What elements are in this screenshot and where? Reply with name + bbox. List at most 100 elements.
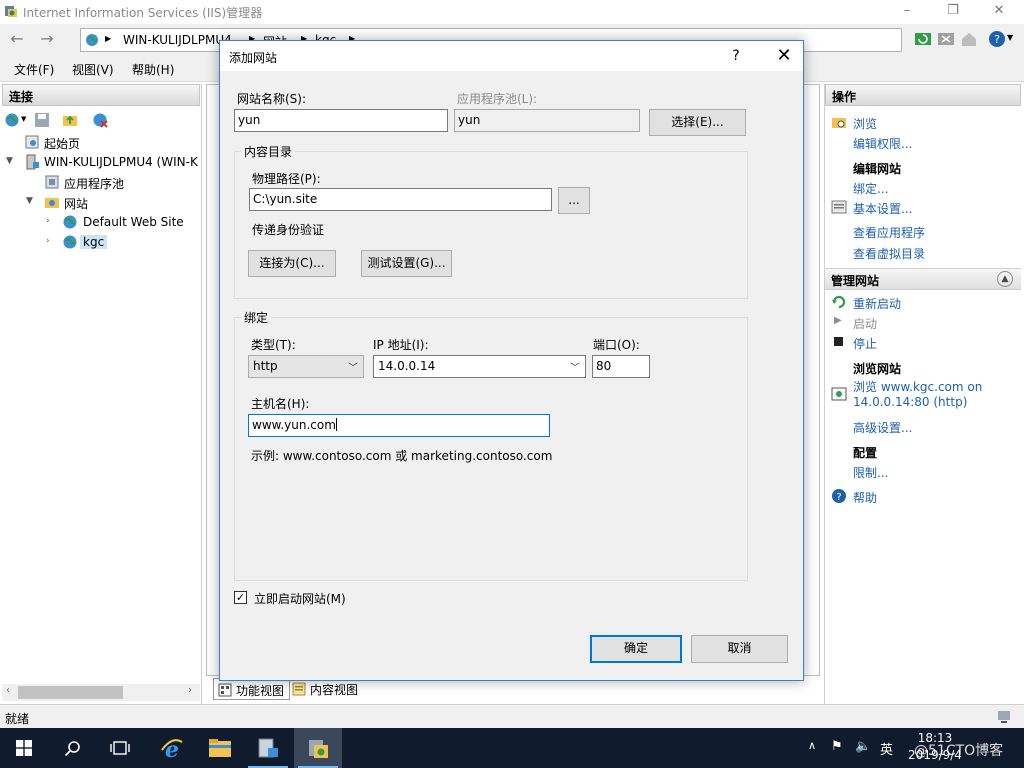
action-limits[interactable]: 限制...: [853, 464, 888, 481]
physical-path-label: 物理路径(P):: [252, 172, 321, 186]
refresh-icon[interactable]: [914, 30, 932, 48]
start-now-checkbox[interactable]: ✓: [234, 591, 247, 604]
tab-features-view[interactable]: 功能视图: [213, 678, 291, 700]
dialog-help-button[interactable]: ?: [720, 41, 752, 71]
menu-view[interactable]: 视图(V): [72, 61, 114, 78]
windows-logo-icon: [16, 740, 32, 756]
search-icon: [64, 741, 80, 757]
features-view-icon: [218, 683, 232, 697]
tray-expand-icon[interactable]: ∧: [808, 739, 816, 752]
help-icon[interactable]: ?: [988, 30, 1006, 48]
globe-icon: [63, 235, 77, 249]
scroll-left-icon[interactable]: ‹: [6, 685, 10, 696]
globe-icon: [63, 215, 77, 229]
restore-button[interactable]: ❐: [930, 0, 976, 24]
expand-arrow-icon[interactable]: ›: [46, 216, 56, 226]
expand-arrow-icon[interactable]: ›: [46, 236, 56, 246]
taskbar-server-manager[interactable]: [244, 728, 292, 768]
action-browse-site[interactable]: 浏览 www.kgc.com on: [853, 378, 982, 395]
action-view-virtual-directories[interactable]: 查看虚拟目录: [853, 245, 925, 262]
hostname-input[interactable]: www.yun.com: [248, 414, 550, 437]
action-restart[interactable]: 重新启动: [853, 295, 901, 312]
browse-path-button[interactable]: ...: [558, 187, 590, 214]
tree-item-label: 网站: [64, 197, 89, 211]
server-manager-icon: [258, 738, 278, 758]
test-settings-button[interactable]: 测试设置(G)...: [361, 250, 452, 277]
taskbar-iis-manager[interactable]: [294, 728, 342, 768]
menu-file[interactable]: 文件(F): [14, 61, 54, 78]
help-dropdown-icon[interactable]: ▼: [1007, 33, 1013, 42]
taskbar-file-explorer[interactable]: [196, 728, 244, 768]
action-advanced-settings[interactable]: 高级设置...: [853, 419, 912, 436]
connections-toolbar: ▼: [2, 108, 200, 132]
physical-path-input[interactable]: C:\yun.site: [249, 188, 552, 211]
stop-icon[interactable]: [937, 30, 955, 48]
action-center-flag-icon[interactable]: ⚑: [831, 739, 843, 754]
ip-address-select[interactable]: 14.0.0.14 ﹀: [373, 355, 586, 378]
port-input[interactable]: 80: [592, 355, 650, 378]
volume-icon[interactable]: 🔈: [855, 739, 871, 754]
action-basic-settings[interactable]: 基本设置...: [853, 200, 912, 217]
collapse-arrow-icon[interactable]: ▼: [6, 156, 16, 166]
action-bindings[interactable]: 绑定...: [853, 180, 888, 197]
connections-header: 连接: [2, 84, 200, 106]
action-browse[interactable]: 浏览: [853, 115, 877, 132]
internet-explorer-icon: e: [161, 737, 183, 760]
restart-icon: [832, 295, 846, 309]
action-edit-permissions[interactable]: 编辑权限...: [853, 135, 912, 152]
collapse-arrow-icon[interactable]: ▼: [26, 196, 36, 206]
menu-help[interactable]: 帮助(H): [132, 61, 174, 78]
view-tabs: 功能视图 内容视图: [206, 678, 820, 700]
config-heading: 配置: [853, 446, 878, 460]
disconnect-icon[interactable]: [92, 112, 108, 128]
close-window-button[interactable]: ✕: [976, 0, 1022, 24]
breadcrumb-server[interactable]: WIN-KULIJDLPMU4: [123, 33, 232, 47]
ip-address-value: 14.0.0.14: [378, 359, 436, 373]
connect-globe-icon[interactable]: [4, 112, 20, 128]
scroll-right-icon[interactable]: ›: [188, 685, 192, 696]
forward-arrow-icon[interactable]: →: [36, 29, 58, 51]
port-label: 端口(O):: [593, 338, 640, 352]
scrollbar-thumb[interactable]: [18, 686, 123, 699]
home-icon[interactable]: [960, 30, 978, 48]
select-app-pool-button[interactable]: 选择(E)...: [649, 109, 746, 136]
dialog-title: 添加网站: [229, 51, 278, 65]
horizontal-scrollbar[interactable]: ‹ ›: [2, 684, 200, 701]
dialog-close-button[interactable]: ✕: [765, 41, 803, 71]
action-stop[interactable]: 停止: [853, 335, 877, 352]
tree-item-label: Default Web Site: [83, 215, 184, 229]
tree-item-label: 起始页: [44, 137, 81, 151]
search-button[interactable]: [48, 728, 96, 768]
manage-site-section: 管理网站 ▲: [825, 268, 1021, 290]
globe-icon: [86, 34, 98, 46]
site-name-input[interactable]: yun: [234, 109, 448, 132]
action-browse-site-address[interactable]: 14.0.0.14:80 (http): [853, 395, 967, 409]
tab-content-view[interactable]: 内容视图: [288, 678, 363, 700]
dialog-titlebar: 添加网站 ? ✕: [220, 41, 803, 71]
input-language[interactable]: 英: [880, 739, 893, 758]
browse-site-heading: 浏览网站: [853, 362, 902, 376]
tree-item-label: kgc: [80, 235, 108, 249]
connect-dropdown-icon[interactable]: ▼: [21, 115, 26, 123]
action-start[interactable]: 启动: [853, 315, 877, 332]
sites-folder-icon: [45, 198, 59, 208]
app-pool-icon: [45, 175, 59, 189]
task-view-button[interactable]: [96, 728, 144, 768]
taskbar-ie[interactable]: e: [148, 728, 196, 768]
start-now-label: 立即启动网站(M): [254, 592, 346, 606]
start-button[interactable]: [0, 728, 48, 768]
ok-button[interactable]: 确定: [590, 635, 682, 663]
action-help[interactable]: 帮助: [853, 489, 877, 506]
up-folder-icon[interactable]: [62, 112, 78, 128]
collapse-section-icon[interactable]: ▲: [997, 271, 1013, 287]
back-arrow-icon[interactable]: ←: [6, 29, 28, 51]
status-bar: 就绪: [0, 704, 1024, 728]
connect-as-button[interactable]: 连接为(C)...: [248, 250, 336, 277]
cancel-button[interactable]: 取消: [691, 635, 788, 663]
save-icon[interactable]: [34, 112, 50, 128]
type-select[interactable]: http ﹀: [248, 355, 364, 378]
tree-item-label: 应用程序池: [64, 177, 125, 191]
minimize-button[interactable]: –: [884, 0, 930, 24]
hostname-example-text: 示例: www.contoso.com 或 marketing.contoso.…: [251, 449, 553, 463]
action-view-applications[interactable]: 查看应用程序: [853, 224, 925, 241]
